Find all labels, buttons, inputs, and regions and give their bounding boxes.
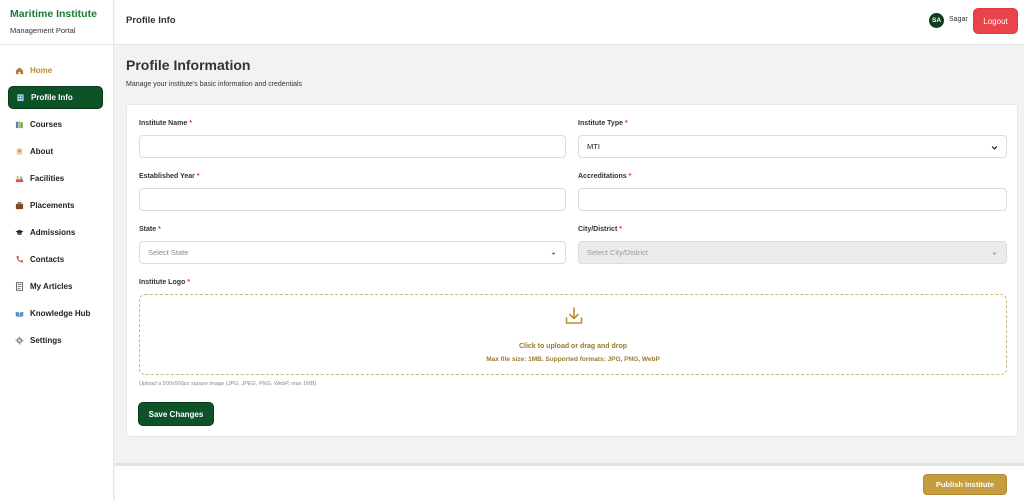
logo-help-text: Upload a 500x500px square image (JPG, JP… <box>139 381 318 387</box>
briefcase-icon <box>15 201 24 210</box>
sidebar-item-label: Contacts <box>30 255 65 264</box>
brand-title: Maritime Institute <box>10 8 97 20</box>
chevron-down-icon <box>551 252 556 255</box>
sidebar-item-label: Courses <box>30 120 63 129</box>
sidebar-item-facilities[interactable]: Facilities <box>8 167 103 190</box>
scroll-icon <box>15 147 24 156</box>
required-marker: * <box>196 173 200 180</box>
download-icon <box>565 307 583 324</box>
publish-institute-button[interactable]: Publish Institute <box>923 474 1007 495</box>
accreditations-input[interactable] <box>578 188 1007 211</box>
label-text: Institute Name <box>139 120 188 127</box>
sidebar-item-label: Facilities <box>30 174 65 183</box>
building-icon <box>16 93 25 102</box>
institute-type-label: Institute Type * <box>578 120 628 127</box>
label-text: Established Year <box>139 173 195 180</box>
city-label: City/District * <box>578 226 622 233</box>
sidebar-item-label: Knowledge Hub <box>30 309 91 318</box>
chevron-down-icon <box>992 252 997 255</box>
chevron-down-icon <box>991 146 998 150</box>
book-icon <box>15 309 24 318</box>
page-subtitle: Manage your institute's basic informatio… <box>126 81 303 88</box>
required-marker: * <box>189 120 192 127</box>
top-bar-title: Profile Info <box>126 15 176 26</box>
graduation-cap-icon <box>15 228 24 237</box>
facilities-icon <box>15 174 24 183</box>
established-year-input[interactable] <box>139 188 566 211</box>
sidebar-item-courses[interactable]: Courses <box>8 113 103 136</box>
city-placeholder: Select City/District <box>587 248 648 257</box>
document-icon <box>15 282 24 291</box>
sidebar-item-my-articles[interactable]: My Articles <box>8 275 103 298</box>
home-icon <box>15 66 24 75</box>
required-marker: * <box>628 173 632 180</box>
brand: Maritime Institute Management Portal <box>0 0 113 45</box>
sidebar-item-label: Home <box>30 66 53 75</box>
required-marker: * <box>158 226 161 233</box>
gear-icon <box>15 336 24 345</box>
label-text: City/District <box>578 226 618 233</box>
upload-hint: Max file size: 1MB. Supported formats: J… <box>486 356 660 363</box>
state-placeholder: Select State <box>148 248 189 257</box>
logo-upload-dropzone[interactable]: Click to upload or drag and drop Max fil… <box>139 294 1007 375</box>
sidebar-item-label: Admissions <box>30 228 76 237</box>
sidebar-item-label: Profile Info <box>31 93 73 102</box>
sidebar-item-settings[interactable]: Settings <box>8 329 103 352</box>
required-marker: * <box>624 120 628 127</box>
sidebar-nav: Home Profile Info Courses About Faciliti… <box>0 45 113 352</box>
phone-icon <box>15 255 24 264</box>
required-marker: * <box>619 226 622 233</box>
sidebar-item-knowledge-hub[interactable]: Knowledge Hub <box>8 302 103 325</box>
institute-name-input[interactable] <box>139 135 566 158</box>
sidebar-item-label: About <box>30 147 54 156</box>
profile-form-card: Institute Name * Institute Type * MTI Es… <box>126 104 1018 437</box>
institute-type-value: MTI <box>587 142 600 151</box>
logout-button[interactable]: Logout <box>973 8 1018 34</box>
sidebar-item-admissions[interactable]: Admissions <box>8 221 103 244</box>
city-select[interactable]: Select City/District <box>578 241 1007 264</box>
page-title: Profile Information <box>126 57 251 73</box>
save-changes-button[interactable]: Save Changes <box>138 402 214 426</box>
institute-name-label: Institute Name * <box>139 120 192 127</box>
sidebar-item-profile-info[interactable]: Profile Info <box>8 86 103 109</box>
sidebar-item-label: My Articles <box>30 282 73 291</box>
state-label: State * <box>139 226 161 233</box>
required-marker: * <box>187 279 190 286</box>
top-bar: Profile Info SA Sagar Logout <box>115 0 1024 45</box>
state-select[interactable]: Select State <box>139 241 566 264</box>
sidebar-item-label: Placements <box>30 201 75 210</box>
footer-bar: Publish Institute <box>115 463 1024 500</box>
sidebar: Maritime Institute Management Portal Hom… <box>0 0 114 500</box>
institute-type-select[interactable]: MTI <box>578 135 1007 158</box>
sidebar-item-home[interactable]: Home <box>8 59 103 82</box>
books-icon <box>15 120 24 129</box>
sidebar-item-placements[interactable]: Placements <box>8 194 103 217</box>
label-text: Accreditations <box>578 173 627 180</box>
sidebar-item-label: Settings <box>30 336 62 345</box>
sidebar-item-about[interactable]: About <box>8 140 103 163</box>
label-text: State <box>139 226 157 233</box>
avatar[interactable]: SA <box>929 13 944 28</box>
label-text: Institute Logo <box>139 279 186 286</box>
established-year-label: Established Year * <box>139 173 200 180</box>
brand-subtitle: Management Portal <box>10 26 76 35</box>
accreditations-label: Accreditations * <box>578 173 631 180</box>
label-text: Institute Type <box>578 120 623 127</box>
institute-logo-label: Institute Logo * <box>139 279 190 286</box>
sidebar-item-contacts[interactable]: Contacts <box>8 248 103 271</box>
user-name: Sagar <box>949 16 968 23</box>
upload-instruction: Click to upload or drag and drop <box>518 343 628 350</box>
